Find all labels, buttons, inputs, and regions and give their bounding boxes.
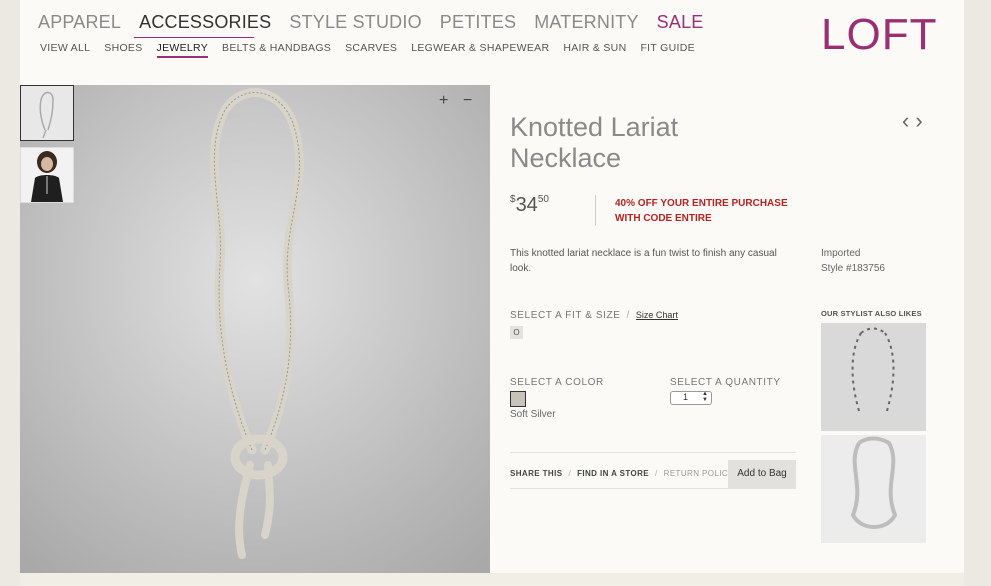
fit-size-label: SELECT A FIT & SIZE (510, 310, 621, 321)
product-style-number: Style #183756 (821, 263, 885, 274)
fit-size-selector: SELECT A FIT & SIZE / Size Chart (510, 310, 678, 321)
thumbnail-model[interactable] (20, 147, 74, 203)
subnav-legwear[interactable]: LEGWEAR & SHAPEWEAR (411, 42, 549, 58)
product-origin: Imported (821, 248, 861, 259)
link-separator: / (568, 469, 572, 478)
subnav-shoes[interactable]: SHOES (104, 42, 142, 58)
product-title: Knotted Lariat Necklace (510, 112, 679, 173)
zoom-out-icon[interactable]: − (463, 92, 472, 110)
product-description: This knotted lariat necklace is a fun tw… (510, 248, 777, 274)
find-in-store-link[interactable]: FIND IN A STORE (577, 469, 649, 478)
nav-style-studio[interactable]: STYLE STUDIO (289, 12, 421, 33)
recommended-item[interactable] (821, 323, 926, 431)
promo-message: 40% OFF YOUR ENTIRE PURCHASE WITH CODE E… (615, 198, 788, 224)
share-link[interactable]: SHARE THIS (510, 469, 562, 478)
color-swatch[interactable] (510, 391, 526, 407)
necklace-image (20, 85, 490, 573)
link-separator: / (655, 469, 658, 478)
stepper-icon: ▲ ▼ (702, 391, 708, 403)
product-price: $3450 (510, 194, 549, 217)
subnav-view-all[interactable]: VIEW ALL (40, 42, 90, 58)
prev-product-icon[interactable]: ‹ (902, 108, 915, 133)
quantity-select[interactable]: 1 ▲ ▼ (670, 391, 712, 405)
next-product-icon[interactable]: › (915, 108, 928, 133)
quantity-value: 1 (683, 392, 689, 402)
nav-apparel[interactable]: APPAREL (38, 12, 121, 33)
stylist-likes-label: OUR STYLIST ALSO LIKES (821, 309, 922, 318)
size-chart-link[interactable]: Size Chart (636, 310, 678, 320)
subnav-hair-sun[interactable]: HAIR & SUN (563, 42, 626, 58)
subnav-fit-guide[interactable]: FIT GUIDE (640, 42, 694, 58)
loft-logo[interactable]: LOFT (821, 10, 937, 60)
divider (510, 488, 796, 489)
size-option[interactable]: O (510, 326, 523, 339)
zoom-in-icon[interactable]: + (439, 92, 448, 110)
nav-petites[interactable]: PETITES (440, 12, 516, 33)
color-name: Soft Silver (510, 409, 556, 420)
recommended-item[interactable] (821, 435, 926, 543)
subnav-belts-handbags[interactable]: BELTS & HANDBAGS (222, 42, 331, 58)
nav-active-underline (134, 37, 254, 38)
product-nav: ‹› (902, 108, 929, 134)
footer-strip (20, 573, 964, 586)
fit-separator: / (626, 310, 630, 321)
price-divider (595, 195, 596, 225)
add-to-bag-button[interactable]: Add to Bag (728, 460, 796, 488)
main-product-image[interactable] (20, 85, 490, 573)
nav-sale[interactable]: SALE (657, 12, 704, 33)
color-label: SELECT A COLOR (510, 377, 604, 388)
sub-nav: VIEW ALL SHOES JEWELRY BELTS & HANDBAGS … (40, 42, 709, 58)
thumbnail-list (20, 85, 74, 209)
price-dollars: 34 (515, 194, 538, 216)
nav-maternity[interactable]: MATERNITY (534, 12, 638, 33)
quantity-label: SELECT A QUANTITY (670, 377, 781, 388)
divider (510, 452, 796, 453)
nav-accessories[interactable]: ACCESSORIES (139, 12, 271, 33)
action-links: SHARE THIS / FIND IN A STORE / RETURN PO… (510, 469, 740, 478)
main-nav: APPAREL ACCESSORIES STYLE STUDIO PETITES… (38, 12, 722, 33)
page: APPAREL ACCESSORIES STYLE STUDIO PETITES… (20, 0, 964, 586)
return-policy-link[interactable]: RETURN POLICY (664, 469, 734, 478)
product-details: Imported Style #183756 (821, 246, 885, 276)
thumbnail-necklace[interactable] (20, 85, 74, 141)
subnav-scarves[interactable]: SCARVES (345, 42, 397, 58)
subnav-jewelry[interactable]: JEWELRY (156, 42, 209, 58)
price-cents: 50 (537, 194, 549, 205)
